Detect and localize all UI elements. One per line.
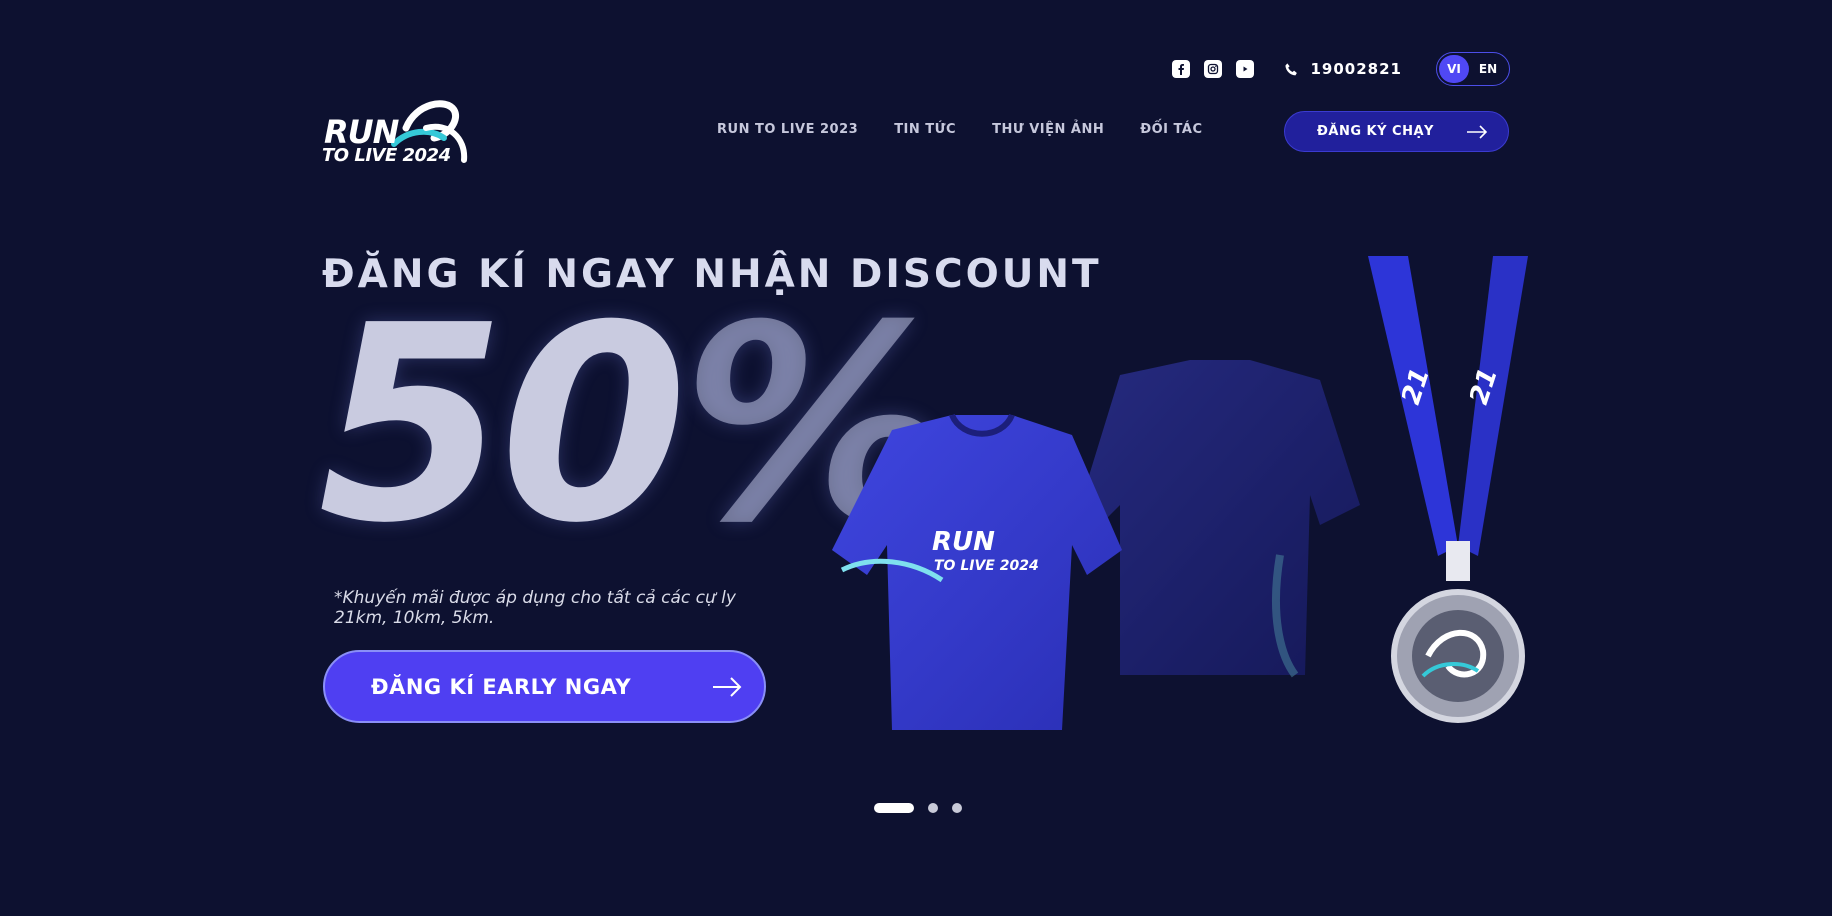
finisher-medal-image: 21 21	[1368, 256, 1528, 723]
shirt-back-image	[1080, 360, 1360, 678]
facebook-icon[interactable]	[1171, 60, 1190, 78]
arrow-right-icon	[713, 676, 742, 697]
nav-item-partners[interactable]: ĐỐI TÁC	[1140, 122, 1202, 137]
carousel-indicators	[874, 803, 962, 813]
social-links	[1171, 60, 1254, 78]
language-switch[interactable]: VI EN	[1436, 52, 1510, 86]
lang-en[interactable]: EN	[1473, 55, 1503, 83]
phone-contact[interactable]: 19002821	[1284, 60, 1403, 78]
shirt-front-image: RUN TO LIVE 2024	[832, 413, 1122, 730]
register-early-label: ĐĂNG KÍ EARLY NGAY	[371, 674, 632, 699]
nav-item-run-to-live-2023[interactable]: RUN TO LIVE 2023	[717, 122, 858, 137]
main-nav: RUN TO LIVE 2023 TIN TỨC THƯ VIỆN ẢNH ĐỐ…	[717, 122, 1203, 137]
register-early-button[interactable]: ĐĂNG KÍ EARLY NGAY	[323, 650, 766, 723]
carousel-dot-2[interactable]	[928, 803, 938, 813]
carousel-dot-3[interactable]	[952, 803, 962, 813]
register-run-button[interactable]: ĐĂNG KÝ CHẠY	[1284, 111, 1509, 152]
register-run-label: ĐĂNG KÝ CHẠY	[1317, 124, 1434, 139]
logo-text-sub: TO LIVE 2024	[322, 145, 451, 166]
youtube-icon[interactable]	[1235, 60, 1254, 78]
discount-number: 50	[318, 267, 688, 582]
svg-text:RUN: RUN	[932, 527, 995, 557]
svg-text:TO LIVE 2024: TO LIVE 2024	[934, 558, 1039, 574]
phone-number: 19002821	[1310, 60, 1402, 78]
phone-icon	[1284, 62, 1297, 75]
top-bar: 19002821 VI EN	[1171, 52, 1510, 86]
carousel-dot-1[interactable]	[874, 803, 914, 813]
instagram-icon[interactable]	[1203, 60, 1222, 78]
nav-item-news[interactable]: TIN TỨC	[894, 122, 956, 137]
lang-vi[interactable]: VI	[1439, 55, 1469, 83]
promo-note: *Khuyến mãi được áp dụng cho tất cả các …	[334, 588, 736, 629]
arrow-right-icon	[1467, 124, 1488, 139]
nav-item-gallery[interactable]: THƯ VIỆN ẢNH	[992, 122, 1104, 137]
site-logo[interactable]: RUN TO LIVE 2024	[322, 98, 468, 166]
